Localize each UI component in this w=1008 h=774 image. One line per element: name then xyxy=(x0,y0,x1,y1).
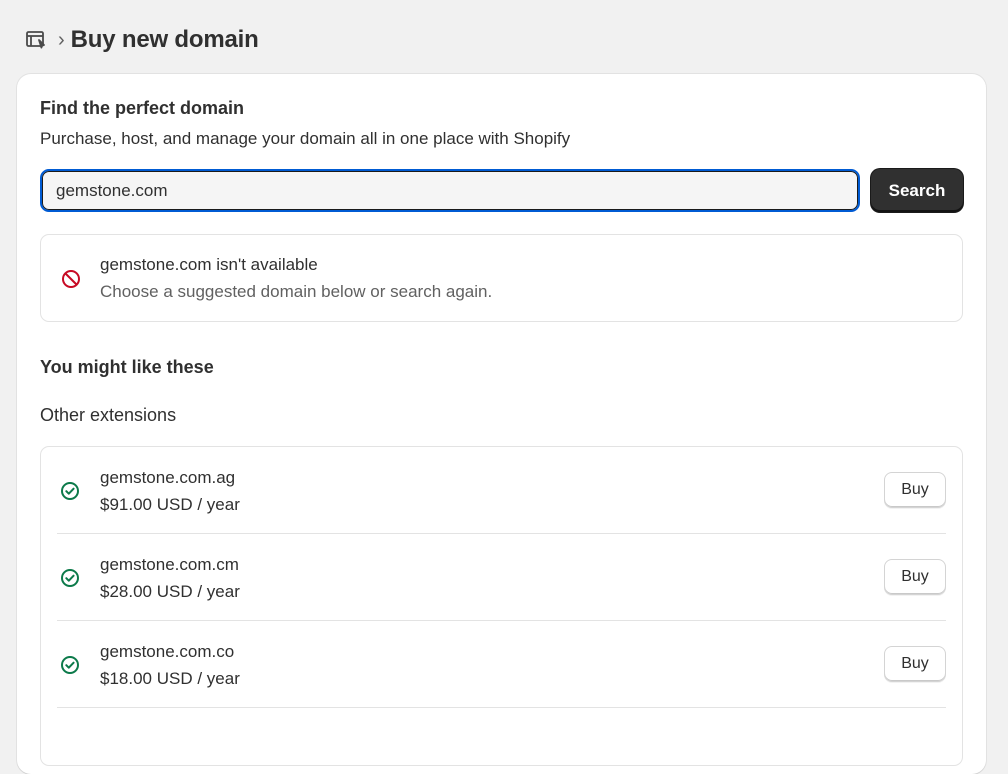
buy-button[interactable]: Buy xyxy=(884,472,946,508)
blocked-icon xyxy=(60,268,82,290)
page-title: Buy new domain xyxy=(70,26,259,53)
domain-name: gemstone.com.ag xyxy=(100,468,236,487)
domains-icon[interactable] xyxy=(24,28,48,52)
page-header: › Buy new domain xyxy=(24,24,259,56)
banner-title: gemstone.com isn't available xyxy=(100,255,318,274)
buy-button[interactable]: Buy xyxy=(884,646,946,682)
unavailable-banner: gemstone.com isn't available Choose a su… xyxy=(40,234,963,322)
domain-row: gemstone.com.cm $28.00 USD / year Buy xyxy=(57,534,946,621)
domain-price: $28.00 USD / year xyxy=(100,582,240,601)
domain-suggestion-list: gemstone.com.ag $91.00 USD / year Buy ge… xyxy=(40,446,963,766)
breadcrumb-chevron-icon: › xyxy=(58,29,65,51)
domain-price: $91.00 USD / year xyxy=(100,495,240,514)
check-circle-icon xyxy=(60,655,80,675)
domain-row: gemstone.com.co $18.00 USD / year Buy xyxy=(57,621,946,708)
domain-price: $18.00 USD / year xyxy=(100,669,240,688)
domain-search-card: Find the perfect domain Purchase, host, … xyxy=(17,74,986,774)
domain-name: gemstone.com.co xyxy=(100,642,235,661)
domain-row: gemstone.com.ag $91.00 USD / year Buy xyxy=(57,447,946,534)
check-circle-icon xyxy=(60,481,80,501)
card-subtitle: Purchase, host, and manage your domain a… xyxy=(40,129,571,148)
extensions-heading: Other extensions xyxy=(40,405,177,425)
domain-search-input[interactable] xyxy=(40,169,860,212)
buy-button[interactable]: Buy xyxy=(884,559,946,595)
search-button[interactable]: Search xyxy=(871,169,963,212)
domain-name: gemstone.com.cm xyxy=(100,555,239,574)
banner-message: Choose a suggested domain below or searc… xyxy=(100,282,493,301)
card-title: Find the perfect domain xyxy=(40,98,245,118)
suggestions-heading: You might like these xyxy=(40,357,214,377)
check-circle-icon xyxy=(60,568,80,588)
